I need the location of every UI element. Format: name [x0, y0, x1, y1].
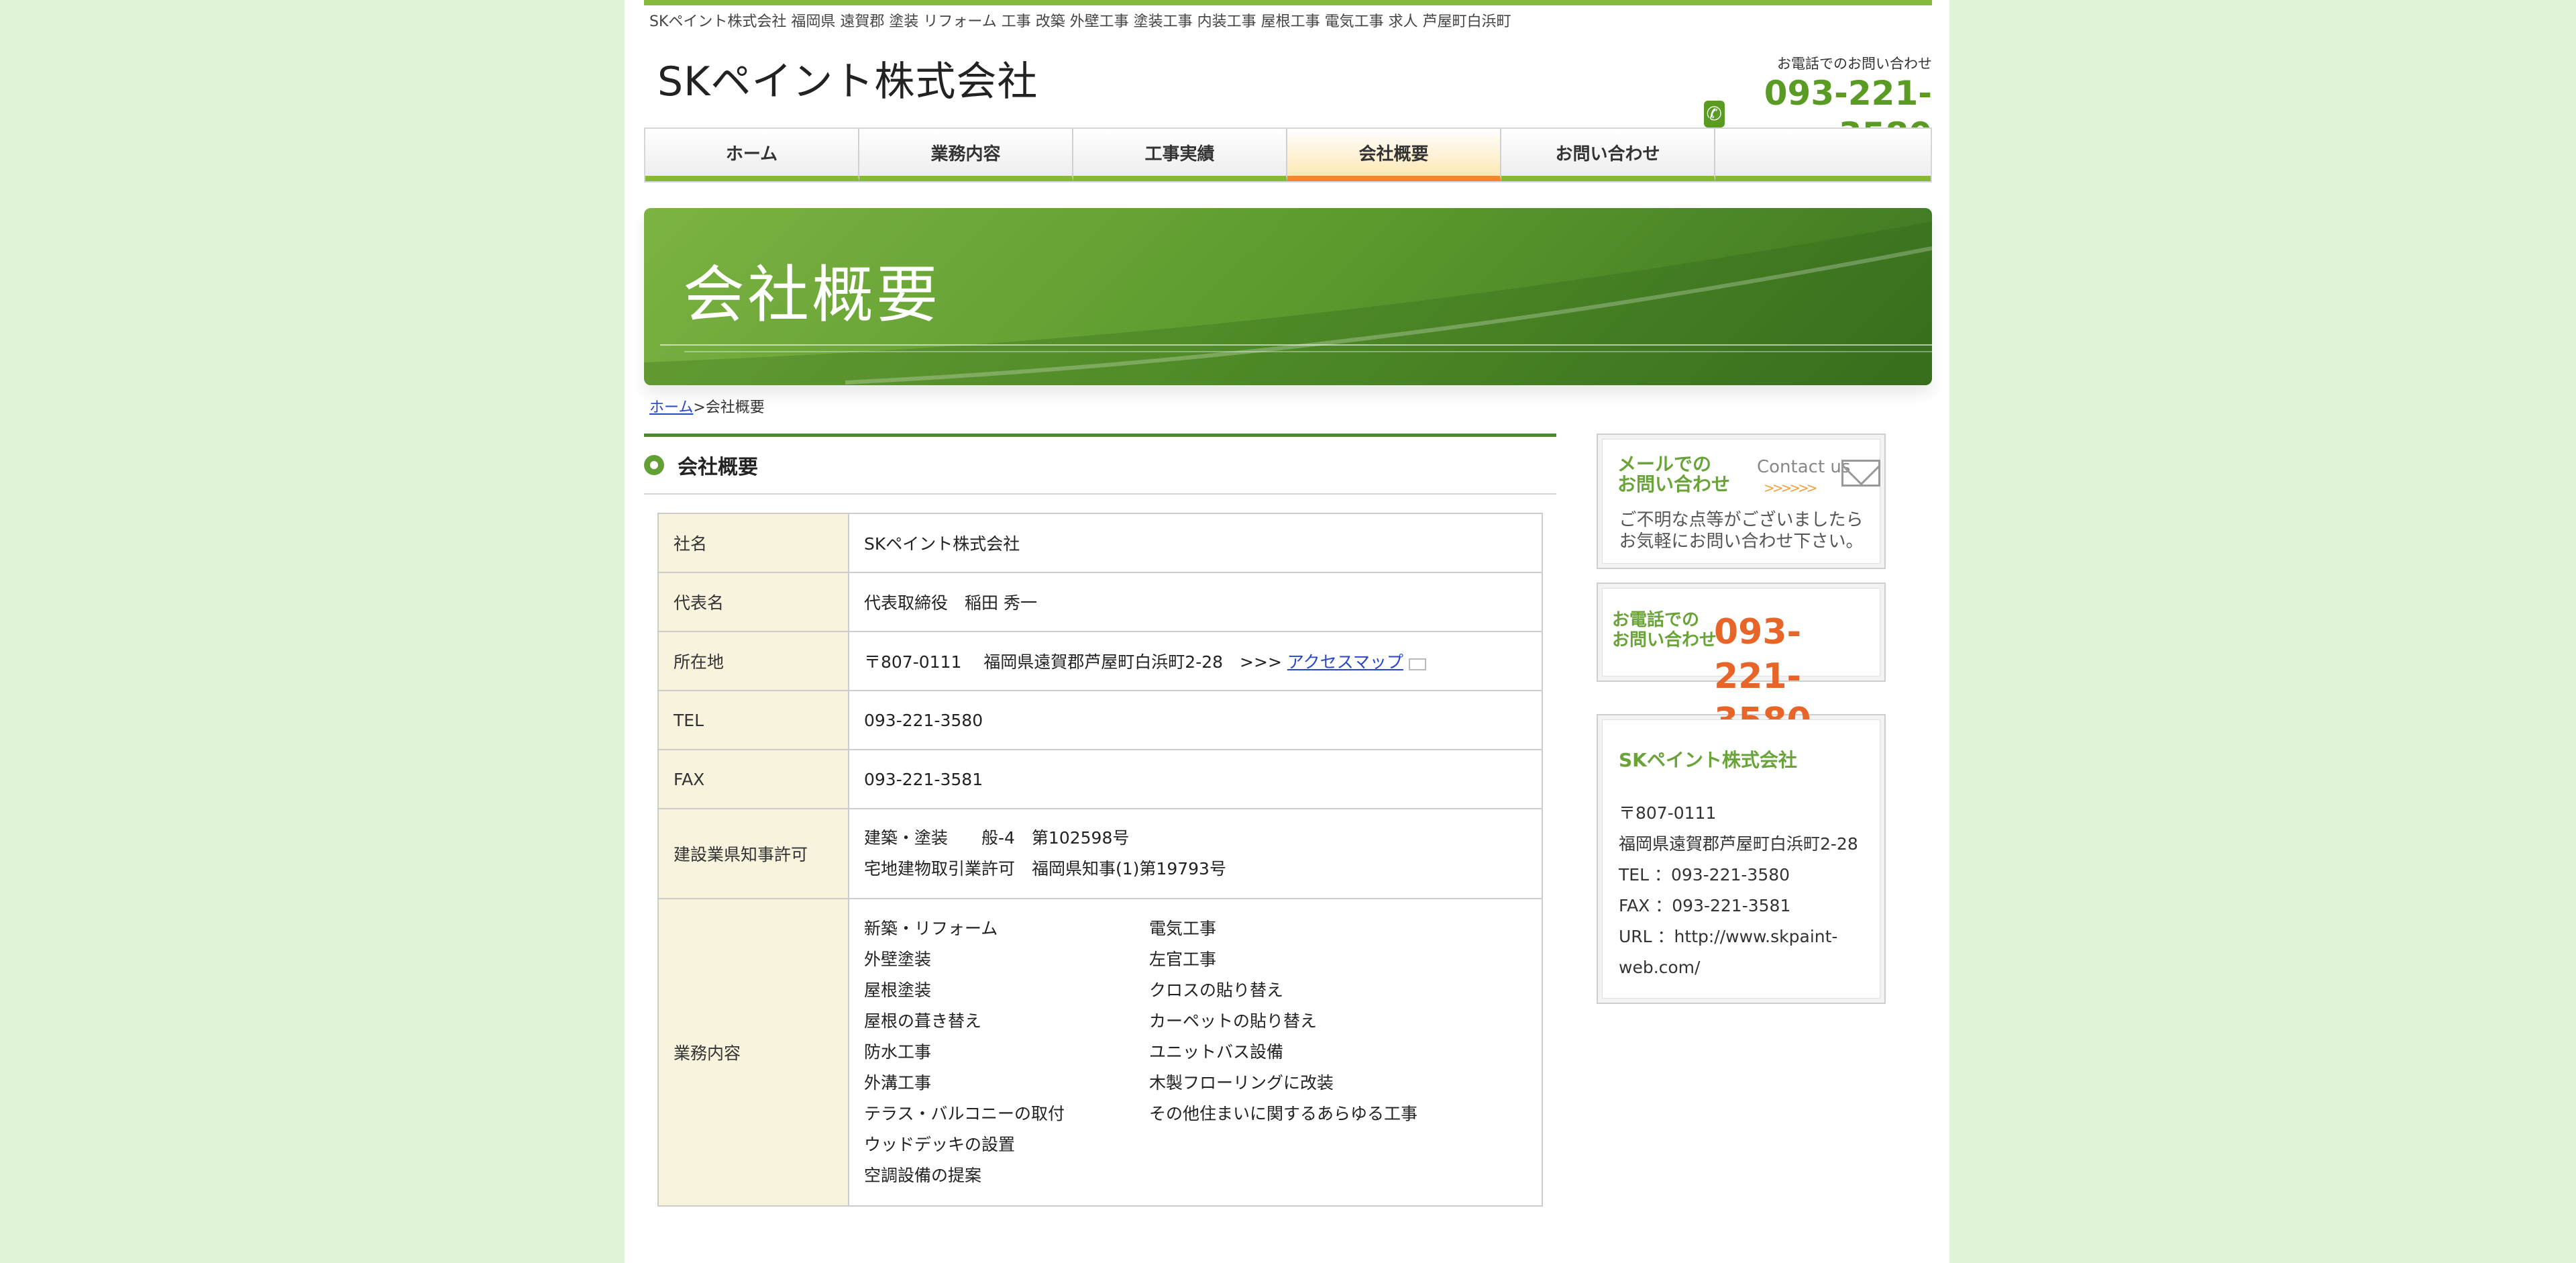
tel-banner-inner: お電話での お問い合わせ 093-221-3580	[1602, 588, 1880, 741]
page-container: SKペイント株式会社 福岡県 遠賀郡 塗装 リフォーム 工事 改築 外壁工事 塗…	[625, 0, 1949, 1263]
info-url-line-1[interactable]: URL ：http://www.skpaint-	[1619, 921, 1874, 952]
nav-contact[interactable]: お問い合わせ	[1501, 129, 1715, 181]
list-item: 左官工事	[1149, 950, 1217, 969]
info-company-name: SKペイント株式会社	[1619, 749, 1797, 771]
info-url-line-2[interactable]: web.com/	[1619, 952, 1874, 983]
row-label-tel: TEL	[657, 690, 849, 750]
list-item: その他住まいに関するあらゆる工事	[1149, 1104, 1418, 1123]
business-col-1: 新築・リフォーム 外壁塗装 屋根塗装 屋根の葺き替え 防水工事 外溝工事 テラス…	[864, 913, 1149, 1191]
mail-title-line-2: お問い合わせ	[1617, 473, 1731, 495]
nav-company[interactable]: 会社概要	[1287, 129, 1501, 181]
site-tagline: SKペイント株式会社 福岡県 遠賀郡 塗装 リフォーム 工事 改築 外壁工事 塗…	[649, 13, 1511, 30]
list-item: 電気工事	[1149, 919, 1217, 938]
mail-banner-title: メールでの お問い合わせ	[1617, 454, 1730, 495]
company-info-box: SKペイント株式会社 〒807-0111 福岡県遠賀郡芦屋町白浜町2-28 TE…	[1597, 714, 1886, 1004]
sidebar: メールでの お問い合わせ Contact us >>>>>> ご不明な点等がござ…	[1597, 434, 1886, 1004]
list-item: 外壁塗装	[864, 950, 932, 969]
license-line-2: 宅地建物取引業許可 福岡県知事(1)第19793号	[864, 859, 1226, 878]
list-item: テラス・バルコニーの取付	[864, 1104, 1065, 1123]
row-label-name: 社名	[657, 513, 849, 573]
address-cell: 〒807-0111 福岡県遠賀郡芦屋町白浜町2-28 >>> アクセスマップ	[848, 631, 1543, 691]
section-title: 会社概要	[678, 456, 758, 479]
list-item: カーペットの貼り替え	[1149, 1011, 1318, 1031]
mail-title-line-1: メールでの	[1617, 453, 1712, 475]
row-label-license: 建設業県知事許可	[657, 808, 849, 899]
bullet-icon	[644, 455, 664, 475]
license-line-1: 建築・塗装 般-4 第102598号	[864, 828, 1130, 848]
info-fax: FAX ：093-221-3581	[1619, 896, 1791, 915]
info-zip: 〒807-0111	[1619, 803, 1717, 823]
tel-caption-line-1: お電話での	[1612, 610, 1700, 630]
table-row: 建設業県知事許可 建築・塗装 般-4 第102598号 宅地建物取引業許可 福岡…	[657, 808, 1543, 899]
mail-note-line-1: ご不明な点等がございましたら	[1619, 510, 1864, 530]
breadcrumb-home-link[interactable]: ホーム	[649, 399, 693, 416]
hero-banner: 会社概要	[644, 208, 1932, 385]
info-details: 〒807-0111 福岡県遠賀郡芦屋町白浜町2-28 TEL ：093-221-…	[1619, 798, 1874, 983]
info-tel: TEL ：093-221-3580	[1619, 865, 1790, 885]
nav-home[interactable]: ホーム	[645, 129, 859, 181]
section-heading: 会社概要	[644, 434, 1556, 495]
main-content: 会社概要 社名 SKペイント株式会社 代表名 代表取締役 稲田 秀一 所在地 〒…	[644, 434, 1556, 1207]
hero-title: 会社概要	[683, 259, 941, 331]
company-name: SKペイント株式会社	[848, 513, 1543, 573]
list-item: ウッドデッキの設置	[864, 1135, 1016, 1154]
breadcrumb: ホーム>会社概要	[644, 396, 1937, 420]
nav-works[interactable]: 工事実績	[1073, 129, 1287, 181]
company-fax: 093-221-3581	[848, 749, 1543, 809]
business-cell: 新築・リフォーム 外壁塗装 屋根塗装 屋根の葺き替え 防水工事 外溝工事 テラス…	[848, 898, 1543, 1207]
nav-spacer	[1715, 129, 1931, 181]
nav-services[interactable]: 業務内容	[859, 129, 1073, 181]
envelope-icon	[1841, 460, 1880, 487]
list-item: 屋根塗装	[864, 980, 932, 1000]
phone-icon: ✆	[1704, 101, 1725, 128]
breadcrumb-current: 会社概要	[705, 399, 765, 416]
company-info-table: 社名 SKペイント株式会社 代表名 代表取締役 稲田 秀一 所在地 〒807-0…	[657, 513, 1543, 1207]
tel-contact-banner[interactable]: お電話での お問い合わせ 093-221-3580	[1597, 583, 1886, 741]
table-row: FAX 093-221-3581	[657, 749, 1543, 809]
row-label-address: 所在地	[657, 631, 849, 691]
list-item: 空調設備の提案	[864, 1166, 982, 1185]
arrows-decoration: >>>>>>	[1764, 480, 1818, 496]
table-row: TEL 093-221-3580	[657, 690, 1543, 750]
table-row: 社名 SKペイント株式会社	[657, 513, 1543, 573]
list-item: 外溝工事	[864, 1073, 932, 1093]
main-nav: ホーム 業務内容 工事実績 会社概要 お問い合わせ	[644, 128, 1932, 183]
company-tel: 093-221-3580	[848, 690, 1543, 750]
breadcrumb-separator: >	[693, 399, 706, 416]
company-address: 〒807-0111 福岡県遠賀郡芦屋町白浜町2-28 >>>	[864, 652, 1287, 672]
tel-banner-caption: お電話での お問い合わせ	[1612, 610, 1717, 650]
mail-contact-banner[interactable]: メールでの お問い合わせ Contact us >>>>>> ご不明な点等がござ…	[1597, 434, 1886, 569]
list-item: ユニットバス設備	[1149, 1042, 1284, 1062]
top-accent-line	[644, 0, 1932, 5]
list-item: 木製フローリングに改装	[1149, 1073, 1334, 1093]
list-item: 屋根の葺き替え	[864, 1011, 982, 1031]
info-address: 福岡県遠賀郡芦屋町白浜町2-28	[1619, 834, 1858, 854]
table-row: 業務内容 新築・リフォーム 外壁塗装 屋根塗装 屋根の葺き替え 防水工事 外溝工…	[657, 898, 1543, 1207]
list-item: 新築・リフォーム	[864, 919, 998, 938]
mail-banner-inner: メールでの お問い合わせ Contact us >>>>>> ご不明な点等がござ…	[1602, 439, 1880, 564]
mail-note-line-2: お気軽にお問い合わせ下さい。	[1619, 532, 1864, 552]
contact-us-label: Contact us	[1757, 457, 1851, 477]
business-col-2: 電気工事 左官工事 クロスの貼り替え カーペットの貼り替え ユニットバス設備 木…	[1149, 913, 1527, 1191]
table-row: 代表名 代表取締役 稲田 秀一	[657, 572, 1543, 632]
row-label-fax: FAX	[657, 749, 849, 809]
header-tel-caption: お電話でのお問い合わせ	[1777, 56, 1932, 72]
business-list: 新築・リフォーム 外壁塗装 屋根塗装 屋根の葺き替え 防水工事 外溝工事 テラス…	[864, 913, 1527, 1191]
license-cell: 建築・塗装 般-4 第102598号 宅地建物取引業許可 福岡県知事(1)第19…	[848, 808, 1543, 899]
row-label-business: 業務内容	[657, 898, 849, 1207]
access-map-link[interactable]: アクセスマップ	[1287, 652, 1403, 672]
info-box-inner: SKペイント株式会社 〒807-0111 福岡県遠賀郡芦屋町白浜町2-28 TE…	[1602, 719, 1880, 999]
external-link-icon	[1408, 658, 1426, 670]
tel-caption-line-2: お問い合わせ	[1612, 630, 1717, 650]
list-item: クロスの貼り替え	[1149, 980, 1284, 1000]
mail-banner-note: ご不明な点等がございましたら お気軽にお問い合わせ下さい。	[1603, 509, 1880, 552]
row-label-rep: 代表名	[657, 572, 849, 632]
table-row: 所在地 〒807-0111 福岡県遠賀郡芦屋町白浜町2-28 >>> アクセスマ…	[657, 631, 1543, 691]
list-item: 防水工事	[864, 1042, 932, 1062]
company-rep: 代表取締役 稲田 秀一	[848, 572, 1543, 632]
